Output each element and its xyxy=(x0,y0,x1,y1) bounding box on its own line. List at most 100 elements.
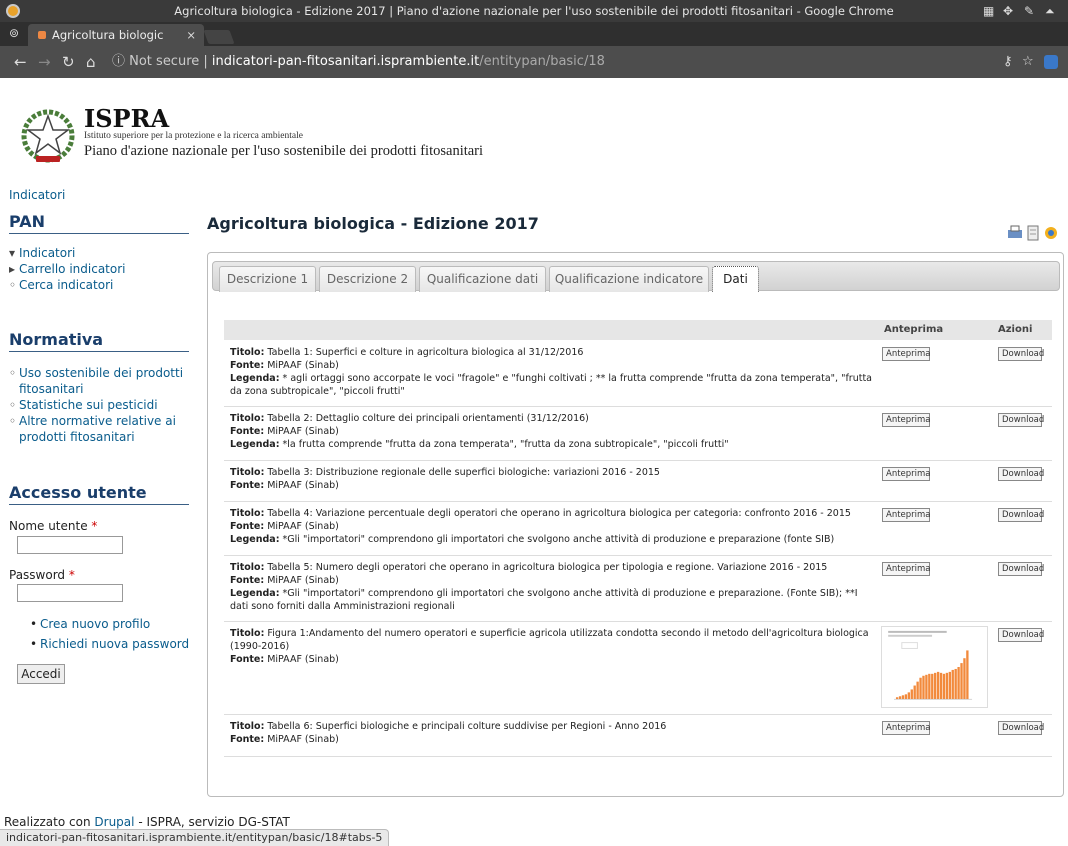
row-title: Titolo: Tabella 4: Variazione percentual… xyxy=(230,508,851,519)
sidebar-item-indicatori[interactable]: ▾ Indicatori xyxy=(9,245,194,261)
row-text: Titolo: Tabella 1: Superfici e colture i… xyxy=(230,346,878,398)
row-title: Titolo: Tabella 1: Superfici e colture i… xyxy=(230,347,584,358)
required-mark: * xyxy=(91,519,98,533)
username-input[interactable] xyxy=(17,536,123,554)
url-host: indicatori-pan-fitosanitari.isprambiente… xyxy=(211,54,480,69)
row-source: Fonte: MiPAAF (Sinab) xyxy=(230,575,339,586)
login-button[interactable]: Accedi xyxy=(17,664,65,684)
url-path: /entitypan/basic/18 xyxy=(479,54,605,69)
bullet-circle-icon: ◦ xyxy=(9,414,17,428)
move-icon[interactable]: ✥ xyxy=(1003,0,1013,22)
download-button[interactable]: Download xyxy=(998,628,1044,642)
table-row: Titolo: Tabella 3: Distribuzione regiona… xyxy=(224,461,1052,502)
tab-descrizione-2[interactable]: Descrizione 2 xyxy=(319,266,416,292)
download-button[interactable]: Download xyxy=(998,347,1044,361)
table-row: Titolo: Tabella 2: Dettaglio colture dei… xyxy=(224,407,1052,461)
share-icon[interactable] xyxy=(1045,227,1057,239)
sidebar-item-uso-sostenibile[interactable]: ◦ Uso sostenibile dei prodotti fitosanita… xyxy=(9,365,194,397)
tab-strip: Descrizione 1 Descrizione 2 Qualificazio… xyxy=(212,261,1060,292)
status-bar-url: indicatori-pan-fitosanitari.isprambiente… xyxy=(0,829,390,846)
table-row: Titolo: Figura 1:Andamento del numero op… xyxy=(224,622,1052,715)
key-icon[interactable]: ⚷ xyxy=(1003,52,1013,72)
preview-button[interactable]: Anteprima xyxy=(882,562,931,576)
document-icon[interactable] xyxy=(1027,225,1039,241)
browser-tab[interactable]: Agricoltura biologic × xyxy=(28,24,204,46)
normativa-menu: ◦ Uso sostenibile dei prodotti fitosanita… xyxy=(9,365,194,445)
pin-icon[interactable]: ✎ xyxy=(1024,0,1034,22)
page-tools xyxy=(1008,225,1057,241)
footer-text: Realizzato con Drupal - ISPRA, servizio … xyxy=(4,815,290,829)
table-row: Titolo: Tabella 1: Superfici e colture i… xyxy=(224,341,1052,407)
bullet-circle-icon: ◦ xyxy=(9,366,17,380)
table-header: Anteprima Azioni xyxy=(224,320,1052,340)
sidebar-login-title: Accesso utente xyxy=(9,483,189,505)
browser-tabstrip: ⊚ Agricoltura biologic × xyxy=(0,22,1068,46)
row-title: Titolo: Tabella 3: Distribuzione regiona… xyxy=(230,467,660,478)
app-icon xyxy=(6,4,20,18)
bookmark-star-icon[interactable]: ☆ xyxy=(1022,52,1034,72)
table-row: Titolo: Tabella 4: Variazione percentual… xyxy=(224,502,1052,556)
web-page: ISPRA Istituto superiore per la protezio… xyxy=(0,78,1068,829)
pan-menu: ▾ Indicatori ▸ Carrello indicatori ◦ Cerca … xyxy=(9,245,194,293)
tab-panel-container: Descrizione 1 Descrizione 2 Qualificazio… xyxy=(207,252,1064,797)
plan-title: Piano d'azione nazionale per l'uso soste… xyxy=(84,143,484,159)
sidebar-item-cerca[interactable]: ◦ Cerca indicatori xyxy=(9,277,194,293)
triangle-right-icon: ▸ xyxy=(9,262,16,276)
breadcrumb-link[interactable]: Indicatori xyxy=(9,188,65,202)
home-icon[interactable]: ⌂ xyxy=(86,52,96,72)
tile-icon[interactable]: ▦ xyxy=(983,0,994,22)
bullet-circle-icon: ◦ xyxy=(9,398,17,412)
tab-qualificazione-dati[interactable]: Qualificazione dati xyxy=(419,266,546,292)
create-profile-link[interactable]: • Crea nuovo profilo xyxy=(30,614,215,634)
bullet-icon: • xyxy=(30,637,38,651)
print-icon[interactable] xyxy=(1008,225,1022,238)
row-source: Fonte: MiPAAF (Sinab) xyxy=(230,521,339,532)
col-header-preview: Anteprima xyxy=(884,324,944,335)
download-button[interactable]: Download xyxy=(998,562,1044,576)
address-bar[interactable]: ⓘ Not secure | indicatori-pan-fitosanita… xyxy=(112,52,605,72)
tab-dati[interactable]: Dati xyxy=(712,266,759,292)
figure-thumbnail[interactable] xyxy=(881,626,988,708)
preview-button[interactable]: Anteprima xyxy=(882,508,931,522)
preview-button[interactable]: Anteprima xyxy=(882,347,931,361)
table-row: Titolo: Tabella 5: Numero degli operator… xyxy=(224,556,1052,622)
row-legend: Legenda: *la frutta comprende "frutta da… xyxy=(230,439,729,450)
preview-button[interactable]: Anteprima xyxy=(882,467,931,481)
sidebar-item-carrello[interactable]: ▸ Carrello indicatori xyxy=(9,261,194,277)
drupal-link[interactable]: Drupal xyxy=(94,815,134,829)
row-source: Fonte: MiPAAF (Sinab) xyxy=(230,426,339,437)
preview-button[interactable]: Anteprima xyxy=(882,413,931,427)
bullet-icon: • xyxy=(30,617,38,631)
row-text: Titolo: Figura 1:Andamento del numero op… xyxy=(230,627,878,666)
new-password-link[interactable]: • Richiedi nuova password xyxy=(30,634,215,654)
row-legend: Legenda: *Gli "importatori" comprendono … xyxy=(230,588,858,612)
tab-close-icon[interactable]: × xyxy=(186,24,196,46)
new-tab-button[interactable] xyxy=(203,30,235,44)
tab-qualificazione-indicatore[interactable]: Qualificazione indicatore xyxy=(549,266,709,292)
sidebar-item-altre-normative[interactable]: ◦ Altre normative relative ai prodotti fi… xyxy=(9,413,194,445)
bullet-circle-icon: ◦ xyxy=(9,278,17,292)
download-button[interactable]: Download xyxy=(998,721,1044,735)
download-button[interactable]: Download xyxy=(998,508,1044,522)
download-button[interactable]: Download xyxy=(998,413,1044,427)
emblem-logo xyxy=(21,109,75,163)
preview-button[interactable]: Anteprima xyxy=(882,721,931,735)
maximize-icon[interactable]: ⏶ xyxy=(1045,0,1055,22)
row-text: Titolo: Tabella 4: Variazione percentual… xyxy=(230,507,878,546)
row-source: Fonte: MiPAAF (Sinab) xyxy=(230,734,339,745)
sidebar-item-statistiche[interactable]: ◦ Statistiche sui pesticidi xyxy=(9,397,194,413)
table-row: Titolo: Tabella 6: Superfici biologiche … xyxy=(224,715,1052,757)
password-input[interactable] xyxy=(17,584,123,602)
download-button[interactable]: Download xyxy=(998,467,1044,481)
extension-icon[interactable] xyxy=(1044,55,1058,69)
row-text: Titolo: Tabella 6: Superfici biologiche … xyxy=(230,720,878,746)
favicon-icon xyxy=(38,31,46,39)
reload-icon[interactable]: ↻ xyxy=(62,52,75,72)
forward-icon[interactable]: → xyxy=(38,52,51,72)
tab-descrizione-1[interactable]: Descrizione 1 xyxy=(219,266,316,292)
username-label: Nome utente * xyxy=(9,519,98,533)
password-label: Password * xyxy=(9,568,75,582)
back-icon[interactable]: ← xyxy=(14,52,27,72)
sidebar-pan-title: PAN xyxy=(9,212,189,234)
row-text: Titolo: Tabella 2: Dettaglio colture dei… xyxy=(230,412,878,451)
